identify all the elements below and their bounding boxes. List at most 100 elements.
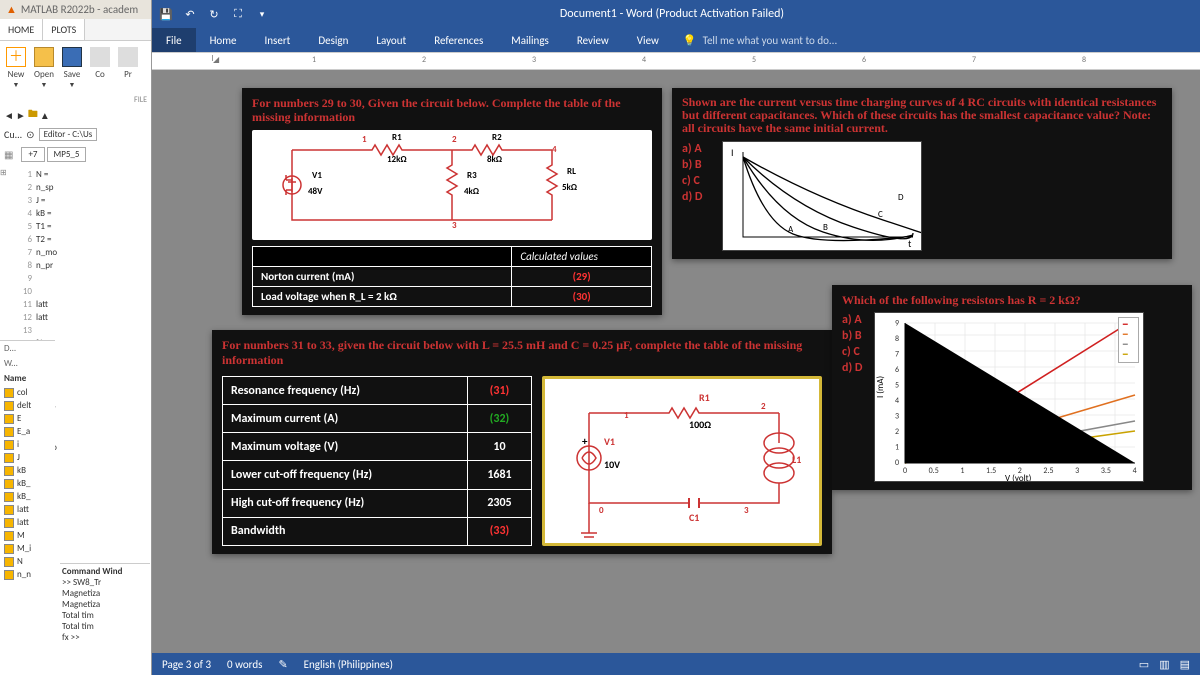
ribbon-tabs: File Home Insert Design Layout Reference…	[152, 28, 1200, 52]
editor-tab-1[interactable]: +7	[21, 147, 44, 162]
iv-graph: 00.511.522.533.54 0123456789 V (volt) I …	[874, 312, 1144, 482]
horizontal-ruler[interactable]: ◢ 1 2 3 4 5 6 7 8	[152, 52, 1200, 70]
tell-me-search[interactable]: 💡 Tell me what you want to do...	[683, 34, 837, 47]
val-lowcut: 1681	[467, 461, 531, 489]
svg-text:R1: R1	[699, 391, 710, 404]
workspace-var[interactable]: latt	[0, 503, 55, 516]
back-icon[interactable]: ◄	[4, 109, 14, 122]
fwd-icon[interactable]: ►	[16, 109, 26, 122]
choice4-d: d) D	[842, 360, 862, 376]
svg-text:5: 5	[895, 381, 899, 391]
compare-icon	[90, 47, 110, 67]
calc-header: Calculated values	[512, 247, 652, 267]
status-words[interactable]: 0 words	[227, 658, 262, 671]
print-preview-icon[interactable]: ⛶	[230, 6, 246, 22]
tab-view[interactable]: View	[623, 28, 673, 52]
print-button[interactable]: Pr	[118, 47, 138, 89]
tab-home[interactable]: Home	[196, 28, 251, 52]
word-window: 💾 ↶ ↻ ⛶ ▾ Document1 - Word (Product Acti…	[152, 0, 1200, 675]
workspace-var[interactable]: latt	[0, 516, 55, 529]
workspace-var[interactable]: n_n	[0, 568, 55, 581]
file-section-label: FILE	[0, 95, 151, 105]
workspace-var[interactable]: E	[0, 412, 55, 425]
workspace-var[interactable]: J	[0, 451, 55, 464]
tab-insert[interactable]: Insert	[251, 28, 305, 52]
undo-icon[interactable]: ↶	[182, 6, 198, 22]
workspace-var[interactable]: E_a	[0, 425, 55, 438]
matlab-quick-access: ＋New▼ Open▼ Save▼ Co Pr	[0, 41, 151, 95]
folder-icon[interactable]: 🖿	[28, 107, 38, 124]
read-mode-icon[interactable]: ▭	[1139, 658, 1149, 671]
svg-text:4: 4	[895, 396, 899, 406]
ws-section-w[interactable]: W...	[0, 356, 55, 371]
tab-mailings[interactable]: Mailings	[497, 28, 563, 52]
choice-d: d) D	[682, 189, 702, 205]
row-load-voltage: Load voltage when R_L = 2 kΩ	[253, 287, 512, 307]
web-layout-icon[interactable]: ▤	[1180, 658, 1190, 671]
ans-29: (29)	[512, 267, 652, 287]
workspace-var[interactable]: N	[0, 555, 55, 568]
slide2-instruction: For numbers 31 to 33, given the circuit …	[222, 338, 822, 368]
cmd-prompt[interactable]: fx >>	[62, 632, 148, 643]
up-icon[interactable]: ▲	[40, 109, 50, 122]
word-statusbar: Page 3 of 3 0 words ✎ English (Philippin…	[152, 653, 1200, 675]
choice4-b: b) B	[842, 328, 862, 344]
tab-review[interactable]: Review	[563, 28, 623, 52]
document-page-area[interactable]: For numbers 29 to 30, Given the circuit …	[152, 70, 1200, 653]
workspace-var[interactable]: M	[0, 529, 55, 542]
svg-text:t: t	[908, 237, 912, 250]
choice4-a: a) A	[842, 312, 862, 328]
tab-design[interactable]: Design	[304, 28, 362, 52]
svg-text:8: 8	[895, 334, 899, 344]
table-29-30: Calculated values Norton current (mA)(29…	[252, 246, 652, 307]
workspace-var[interactable]: i	[0, 438, 55, 451]
ans-30: (30)	[512, 287, 652, 307]
svg-text:3.5: 3.5	[1101, 466, 1111, 476]
r1-rlc-value: 100Ω	[689, 418, 711, 431]
workspace-var[interactable]: delt	[0, 399, 55, 412]
workspace-var[interactable]: kB_	[0, 490, 55, 503]
workspace-var[interactable]: M_i	[0, 542, 55, 555]
save-button[interactable]: Save▼	[62, 47, 82, 89]
new-button[interactable]: ＋New▼	[6, 47, 26, 89]
svg-text:0: 0	[895, 458, 899, 468]
spellcheck-icon[interactable]: ✎	[278, 658, 287, 671]
status-page[interactable]: Page 3 of 3	[162, 658, 211, 671]
print-icon	[118, 47, 138, 67]
editor-path[interactable]: Editor - C:\Us	[39, 128, 98, 141]
redo-icon[interactable]: ↻	[206, 6, 222, 22]
tab-file[interactable]: File	[152, 28, 196, 52]
tab-references[interactable]: References	[420, 28, 497, 52]
row-norton: Norton current (mA)	[253, 267, 512, 287]
svg-text:C1: C1	[689, 511, 699, 524]
svg-text:L1: L1	[792, 453, 801, 466]
status-language[interactable]: English (Philippines)	[304, 658, 393, 671]
document-title: Document1 - Word (Product Activation Fai…	[560, 7, 784, 21]
customize-qat-icon[interactable]: ▾	[254, 6, 270, 22]
command-window[interactable]: Command Wind >> SW8_TrMagnetizaMagnetiza…	[60, 563, 150, 645]
file-tree-icon[interactable]: ▦	[4, 148, 13, 161]
workspace-var[interactable]: col	[0, 386, 55, 399]
editor-tab-2[interactable]: MP5_5	[47, 147, 87, 162]
open-button[interactable]: Open▼	[34, 47, 54, 89]
svg-text:0: 0	[903, 466, 907, 476]
tab-layout[interactable]: Layout	[362, 28, 420, 52]
matlab-tab-home[interactable]: HOME	[0, 19, 43, 40]
matlab-toolstrip-tabs: HOME PLOTS	[0, 19, 151, 41]
dropdown-icon[interactable]: ⊙	[26, 128, 34, 141]
svg-text:1: 1	[961, 466, 965, 476]
quick-access-toolbar: 💾 ↶ ↻ ⛶ ▾	[158, 6, 270, 22]
print-layout-icon[interactable]: ▥	[1159, 658, 1169, 671]
current-folder-label: Cu...	[4, 128, 22, 141]
table-31-33: Resonance frequency (Hz)(31) Maximum cur…	[222, 376, 532, 546]
workspace-var[interactable]: kB	[0, 464, 55, 477]
svg-text:1: 1	[624, 410, 629, 421]
ws-section-d[interactable]: D...	[0, 341, 55, 356]
matlab-tab-plots[interactable]: PLOTS	[43, 19, 85, 40]
workspace-var[interactable]: kB_	[0, 477, 55, 490]
matlab-panel: ▲ MATLAB R2022b - academ HOME PLOTS ＋New…	[0, 0, 152, 675]
indent-marker-icon[interactable]: ◢	[212, 55, 219, 61]
compare-button[interactable]: Co	[90, 47, 110, 89]
save-icon[interactable]: 💾	[158, 6, 174, 22]
svg-text:B: B	[823, 222, 828, 233]
